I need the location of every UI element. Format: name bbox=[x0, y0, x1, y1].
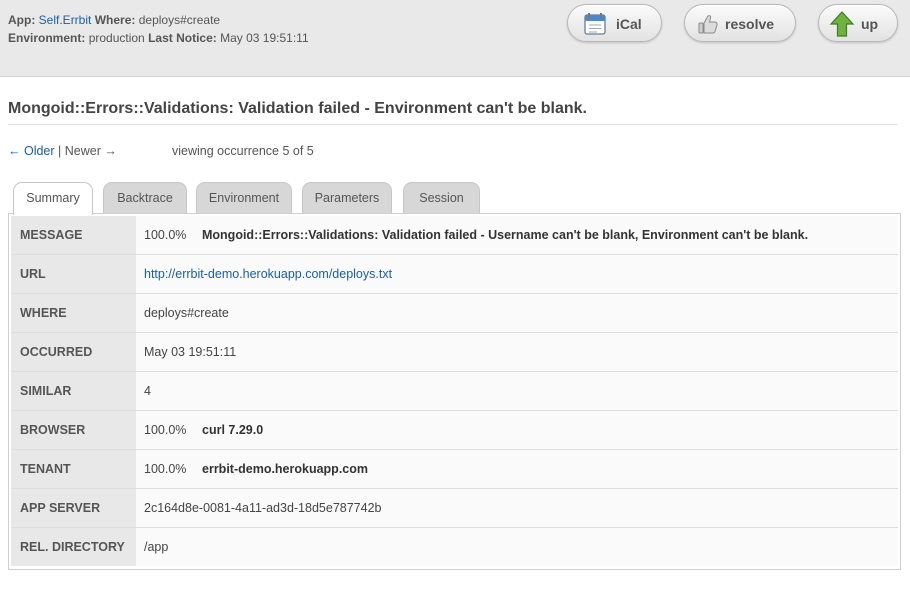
where-row-label: WHERE bbox=[11, 293, 136, 333]
resolve-label: resolve bbox=[725, 16, 775, 32]
browser-cell: 100.0% curl 7.29.0 bbox=[136, 410, 898, 450]
tab-session[interactable]: Session bbox=[403, 182, 480, 214]
resolve-button[interactable]: resolve bbox=[684, 4, 796, 42]
newer-link[interactable]: Newer → bbox=[65, 144, 117, 158]
message-value: Mongoid::Errors::Validations: Validation… bbox=[202, 228, 809, 242]
app-link[interactable]: Self.Errbit bbox=[39, 13, 92, 27]
last-notice-value: May 03 19:51:11 bbox=[220, 31, 309, 45]
app-server-value: 2c164d8e-0081-4a11-ad3d-18d5e787742b bbox=[136, 488, 898, 528]
similar-label: SIMILAR bbox=[11, 371, 136, 411]
page-title: Mongoid::Errors::Validations: Validation… bbox=[8, 100, 587, 117]
url-cell: http://errbit-demo.herokuapp.com/deploys… bbox=[136, 254, 898, 294]
occurrence-pager: ← Older | Newer → bbox=[8, 144, 117, 158]
occurred-label: OCCURRED bbox=[11, 332, 136, 372]
browser-percent: 100.0% bbox=[144, 423, 187, 437]
meta-line-2: Environment: production Last Notice: May… bbox=[8, 29, 309, 47]
where-value: deploys#create bbox=[138, 13, 221, 27]
browser-value: curl 7.29.0 bbox=[202, 423, 264, 437]
message-label: MESSAGE bbox=[11, 216, 136, 255]
message-cell: 100.0% Mongoid::Errors::Validations: Vali… bbox=[136, 216, 898, 255]
rel-directory-label: REL. DIRECTORY bbox=[11, 527, 136, 566]
url-label: URL bbox=[11, 254, 136, 294]
table-row: MESSAGE 100.0% Mongoid::Errors::Validatio… bbox=[11, 216, 898, 255]
tenant-value: errbit-demo.herokuapp.com bbox=[202, 462, 368, 476]
older-link[interactable]: ← Older bbox=[8, 144, 55, 158]
pager-separator: | bbox=[58, 144, 62, 158]
summary-table: MESSAGE 100.0% Mongoid::Errors::Validatio… bbox=[11, 216, 898, 566]
table-row: SIMILAR 4 bbox=[11, 371, 898, 411]
tenant-cell: 100.0% errbit-demo.herokuapp.com bbox=[136, 449, 898, 489]
up-arrow-icon bbox=[829, 11, 855, 37]
title-divider bbox=[8, 124, 898, 125]
table-row: URL http://errbit-demo.herokuapp.com/dep… bbox=[11, 254, 898, 294]
table-row: REL. DIRECTORY /app bbox=[11, 527, 898, 566]
rel-directory-value: /app bbox=[136, 527, 898, 566]
occurred-value: May 03 19:51:11 bbox=[136, 332, 898, 372]
table-row: APP SERVER 2c164d8e-0081-4a11-ad3d-18d5e… bbox=[11, 488, 898, 528]
calendar-icon bbox=[584, 13, 606, 35]
occurrence-counter: viewing occurrence 5 of 5 bbox=[172, 144, 314, 158]
table-row: TENANT 100.0% errbit-demo.herokuapp.com bbox=[11, 449, 898, 489]
tab-environment[interactable]: Environment bbox=[196, 182, 292, 214]
top-bar: App: Self.Errbit Where: deploys#create E… bbox=[0, 0, 910, 77]
up-label: up bbox=[861, 16, 879, 32]
notice-meta: App: Self.Errbit Where: deploys#create E… bbox=[8, 11, 309, 47]
tab-parameters[interactable]: Parameters bbox=[302, 182, 392, 214]
up-button[interactable]: up bbox=[818, 4, 898, 42]
table-row: OCCURRED May 03 19:51:11 bbox=[11, 332, 898, 372]
last-notice-label: Last Notice: bbox=[148, 31, 217, 45]
tenant-percent: 100.0% bbox=[144, 462, 187, 476]
thumbs-up-icon bbox=[698, 15, 718, 34]
app-server-label: APP SERVER bbox=[11, 488, 136, 528]
tab-backtrace[interactable]: Backtrace bbox=[103, 182, 187, 214]
meta-line-1: App: Self.Errbit Where: deploys#create bbox=[8, 11, 309, 29]
tab-summary[interactable]: Summary bbox=[13, 182, 93, 215]
table-row: WHERE deploys#create bbox=[11, 293, 898, 333]
table-row: BROWSER 100.0% curl 7.29.0 bbox=[11, 410, 898, 450]
environment-label: Environment: bbox=[8, 31, 86, 45]
app-label: App: bbox=[8, 13, 36, 27]
where-label: Where: bbox=[94, 13, 136, 27]
ical-label: iCal bbox=[616, 16, 642, 32]
ical-button[interactable]: iCal bbox=[567, 4, 662, 42]
message-percent: 100.0% bbox=[144, 228, 187, 242]
tenant-label: TENANT bbox=[11, 449, 136, 489]
browser-label: BROWSER bbox=[11, 410, 136, 450]
environment-value: production bbox=[88, 31, 145, 45]
url-link[interactable]: http://errbit-demo.herokuapp.com/deploys… bbox=[144, 267, 392, 281]
summary-panel: MESSAGE 100.0% Mongoid::Errors::Validatio… bbox=[8, 213, 901, 570]
similar-value: 4 bbox=[136, 371, 898, 411]
where-row-value: deploys#create bbox=[136, 293, 898, 333]
